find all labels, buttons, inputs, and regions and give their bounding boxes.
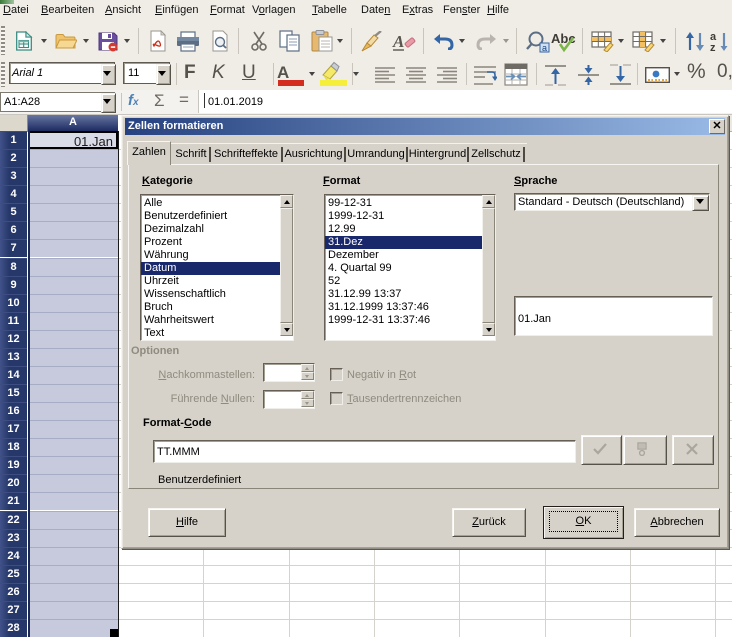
svg-text:a: a [542, 43, 547, 53]
svg-text:A: A [392, 32, 404, 51]
svg-text:z: z [710, 42, 716, 53]
